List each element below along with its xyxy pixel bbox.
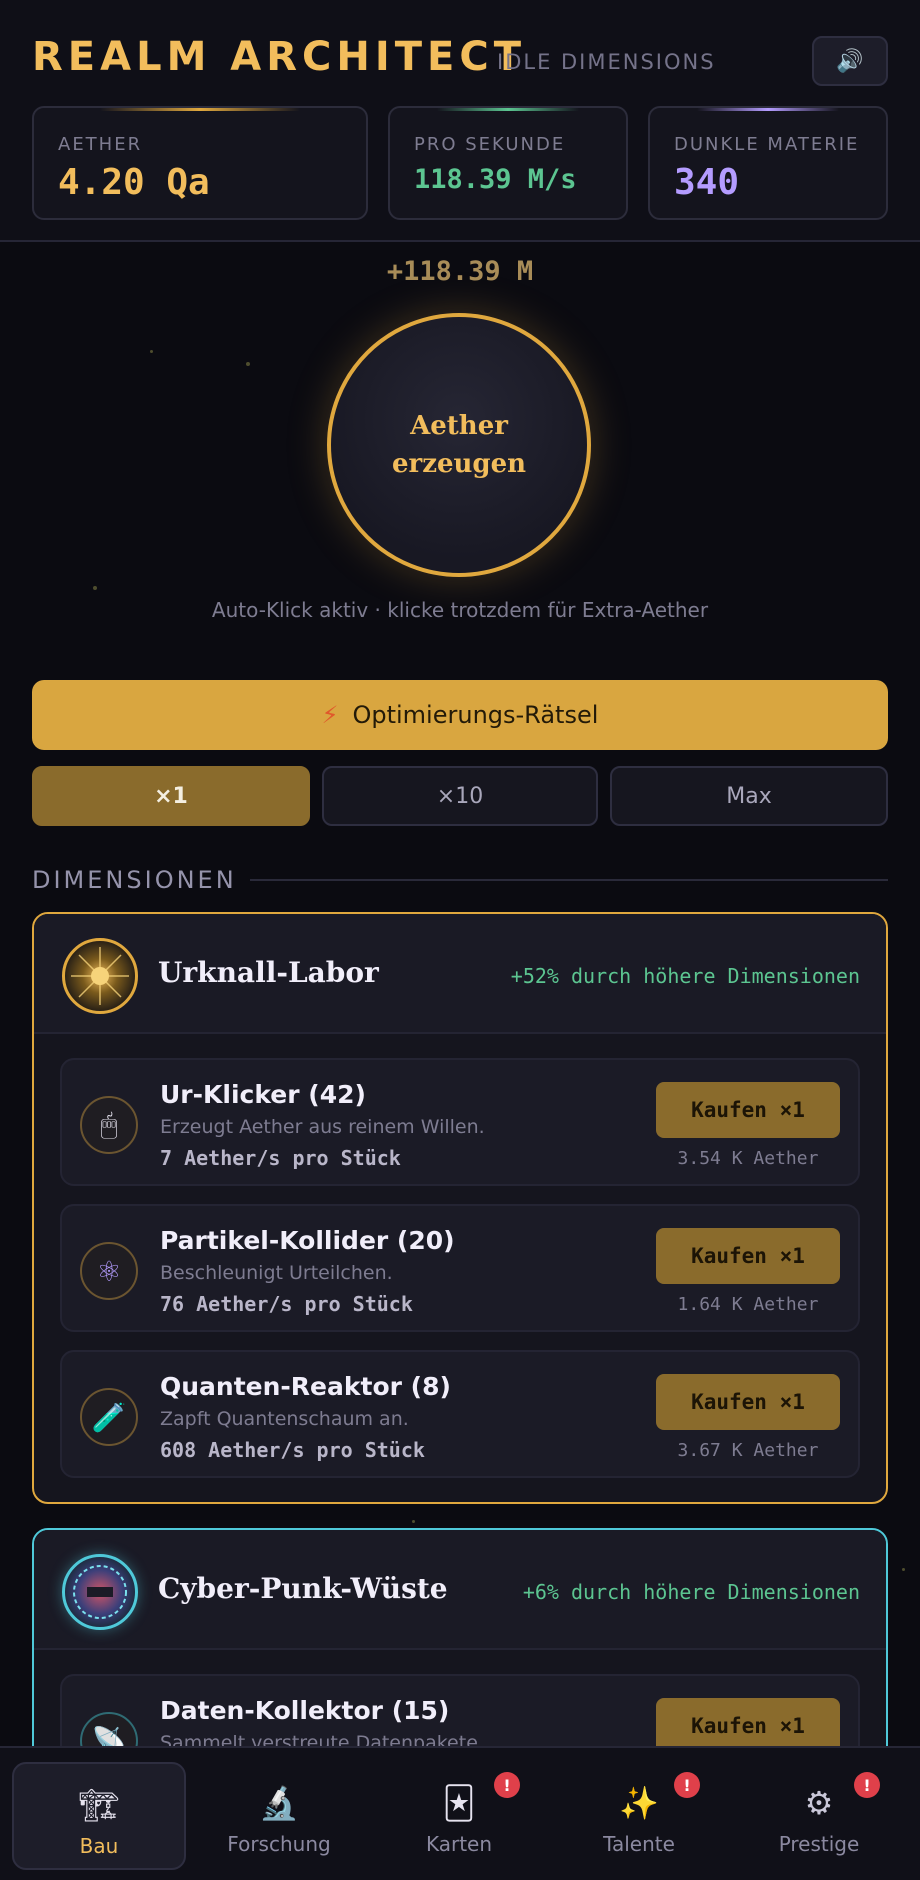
stat-per-second: PRO SEKUNDE 118.39 M/s (388, 106, 628, 220)
optimization-puzzle-button[interactable]: ⚡ Optimierungs-Rätsel (32, 680, 888, 750)
section-title: DIMENSIONEN (32, 866, 237, 894)
atom-icon: ⚛ (80, 1242, 138, 1300)
dimension-bonus: +52% durch höhere Dimensionen (510, 964, 860, 988)
mouse-icon: 🖱 (80, 1096, 138, 1154)
crane-icon: 🏗 (78, 1786, 120, 1824)
star-decoration (246, 362, 250, 366)
stat-accent-bar (437, 108, 579, 111)
app-title: REALM ARCHITECT (32, 34, 527, 80)
lightning-icon: ⚡ (321, 701, 339, 729)
microscope-icon: 🔬 (259, 1784, 299, 1822)
header: REALM ARCHITECT IDLE DIMENSIONS 🔊 AETHER… (0, 0, 920, 242)
stat-dark-matter: DUNKLE MATERIE 340 (648, 106, 888, 220)
stat-label: PRO SEKUNDE (414, 134, 566, 155)
stat-value: 4.20 Qa (58, 162, 210, 203)
nav-label: Forschung (227, 1832, 331, 1856)
sparkles-icon: ✨ (619, 1784, 659, 1822)
click-gain-text: +118.39 M (386, 256, 534, 287)
generator-cost: 3.54 K Aether (677, 1148, 819, 1169)
cyberpunk-emblem-icon (62, 1554, 138, 1630)
nav-tab-forschung[interactable]: 🔬 Forschung (192, 1762, 366, 1870)
generator-rate: 7 Aether/s pro Stück (160, 1146, 401, 1170)
notification-badge: ! (674, 1772, 700, 1798)
nav-tab-talente[interactable]: ✨ Talente ! (552, 1762, 726, 1870)
generator-rate: 76 Aether/s pro Stück (160, 1292, 413, 1316)
generator-row: ⚛ Partikel-Kollider (20) Beschleunigt Ur… (60, 1204, 860, 1332)
bottom-navigation: 🏗 Bau 🔬 Forschung 🃏 Karten ! ✨ Talente !… (0, 1746, 920, 1880)
multiplier-label: Max (726, 783, 772, 809)
multiplier-max-button[interactable]: Max (610, 766, 888, 826)
dimension-card-urknall: Urknall-Labor +52% durch höhere Dimensio… (32, 912, 888, 1504)
speaker-icon: 🔊 (836, 48, 864, 74)
generator-name: Partikel-Kollider (20) (160, 1226, 455, 1255)
star-decoration (902, 1568, 905, 1571)
notification-badge: ! (494, 1772, 520, 1798)
generator-name: Ur-Klicker (42) (160, 1080, 366, 1109)
generator-cost: 3.67 K Aether (677, 1440, 819, 1461)
star-decoration (412, 1520, 415, 1523)
nav-label: Prestige (778, 1832, 860, 1856)
dimension-header: Urknall-Labor +52% durch höhere Dimensio… (34, 914, 886, 1034)
generator-name: Quanten-Reaktor (8) (160, 1372, 451, 1401)
generate-aether-label: Aether erzeugen (391, 411, 527, 479)
generator-row: 🖱 Ur-Klicker (42) Erzeugt Aether aus rei… (60, 1058, 860, 1186)
nav-tab-karten[interactable]: 🃏 Karten ! (372, 1762, 546, 1870)
dimension-header: Cyber-Punk-Wüste +6% durch höhere Dimens… (34, 1530, 886, 1650)
sound-toggle-button[interactable]: 🔊 (812, 36, 888, 86)
nav-label: Bau (79, 1834, 119, 1858)
dimension-name: Urknall-Labor (158, 956, 379, 989)
stat-aether: AETHER 4.20 Qa (32, 106, 368, 220)
puzzle-label: Optimierungs-Rätsel (352, 701, 599, 729)
buy-button[interactable]: Kaufen ×1 (656, 1082, 840, 1138)
stat-label: AETHER (58, 134, 143, 155)
star-decoration (93, 586, 97, 590)
big-bang-emblem-icon (62, 938, 138, 1014)
nav-label: Talente (603, 1832, 675, 1856)
stat-label: DUNKLE MATERIE (674, 134, 860, 155)
cards-icon: 🃏 (442, 1784, 476, 1822)
buy-button[interactable]: Kaufen ×1 (656, 1374, 840, 1430)
stat-accent-bar (697, 108, 839, 111)
star-decoration (150, 350, 153, 353)
dimension-bonus: +6% durch höhere Dimensionen (522, 1580, 860, 1604)
generator-row: 🧪 Quanten-Reaktor (8) Zapft Quantenschau… (60, 1350, 860, 1478)
nav-tab-prestige[interactable]: ⚙ Prestige ! (732, 1762, 906, 1870)
generator-rate: 608 Aether/s pro Stück (160, 1438, 425, 1462)
multiplier-label: ×1 (154, 783, 188, 809)
test-tube-icon: 🧪 (80, 1388, 138, 1446)
notification-badge: ! (854, 1772, 880, 1798)
generator-description: Erzeugt Aether aus reinem Willen. (160, 1116, 485, 1138)
nav-label: Karten (425, 1832, 493, 1856)
generator-description: Beschleunigt Urteilchen. (160, 1262, 393, 1284)
section-divider (250, 879, 888, 881)
generator-cost: 1.64 K Aether (677, 1294, 819, 1315)
app-subtitle: IDLE DIMENSIONS (497, 50, 716, 74)
generator-description: Zapft Quantenschaum an. (160, 1408, 409, 1430)
stat-value: 340 (674, 162, 740, 203)
stat-accent-bar (100, 108, 300, 111)
stat-value: 118.39 M/s (414, 164, 577, 195)
multiplier-x1-button[interactable]: ×1 (32, 766, 310, 826)
nav-tab-bau[interactable]: 🏗 Bau (12, 1762, 186, 1870)
dimension-name: Cyber-Punk-Wüste (158, 1572, 448, 1605)
buy-button[interactable]: Kaufen ×1 (656, 1228, 840, 1284)
multiplier-x10-button[interactable]: ×10 (322, 766, 598, 826)
auto-click-hint: Auto-Klick aktiv · klicke trotzdem für E… (211, 598, 709, 622)
gear-icon: ⚙ (804, 1784, 834, 1822)
generator-name: Daten-Kollektor (15) (160, 1696, 450, 1725)
generate-aether-button[interactable]: Aether erzeugen (327, 313, 591, 577)
multiplier-label: ×10 (436, 783, 484, 809)
